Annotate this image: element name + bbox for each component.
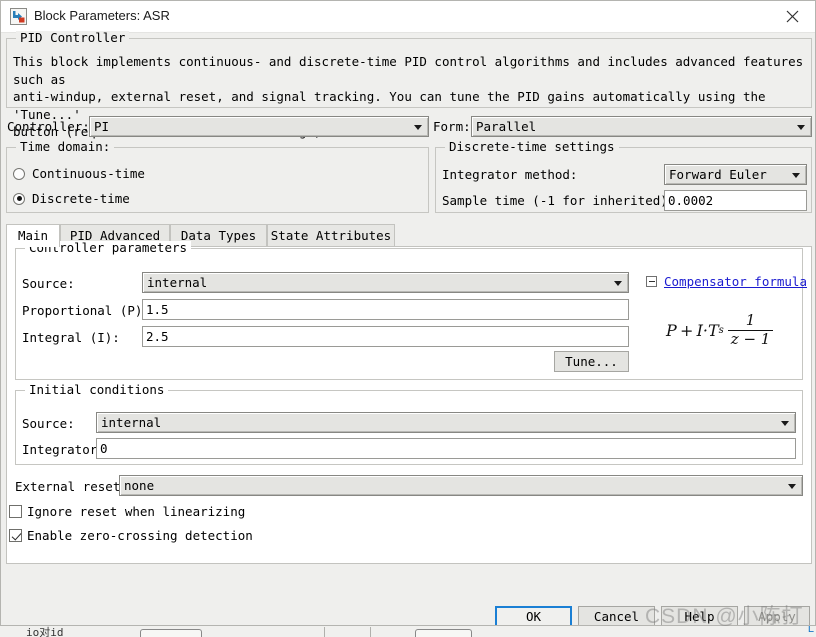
chevron-down-icon (797, 124, 805, 130)
tab-state-attributes[interactable]: State Attributes (267, 224, 395, 246)
formula-subscript: s (718, 324, 724, 336)
checkbox-enable-zero-crossing-mark (9, 529, 22, 542)
proportional-label: Proportional (P): (22, 303, 150, 318)
checkbox-enable-zero-crossing-label: Enable zero-crossing detection (27, 528, 253, 543)
time-domain-group-title: Time domain: (16, 140, 115, 154)
checkbox-ignore-reset-linearizing[interactable]: Ignore reset when linearizing (9, 504, 245, 519)
chevron-down-icon (788, 483, 796, 489)
window-title: Block Parameters: ASR (34, 8, 170, 23)
initial-integrator-input[interactable]: 0 (96, 438, 796, 459)
close-icon[interactable] (770, 1, 815, 32)
controller-source-value: internal (147, 275, 208, 290)
integrator-method-value: Forward Euler (669, 167, 767, 182)
sample-time-input[interactable]: 0.0002 (664, 190, 807, 211)
discrete-settings-group-title: Discrete-time settings (445, 140, 619, 154)
proportional-input[interactable]: 1.5 (142, 299, 629, 320)
radio-continuous-time-label: Continuous-time (32, 166, 145, 181)
compensator-formula-link[interactable]: Compensator formula (664, 274, 807, 289)
controller-label: Controller: (7, 119, 90, 134)
tab-active-mask (7, 245, 59, 247)
radio-discrete-time[interactable]: Discrete-time (13, 191, 130, 206)
radio-discrete-time-label: Discrete-time (32, 191, 130, 206)
chevron-down-icon (792, 172, 800, 178)
radio-discrete-time-mark (13, 192, 25, 205)
external-reset-dropdown[interactable]: none (119, 475, 803, 496)
cancel-button[interactable]: Cancel (578, 606, 655, 625)
initial-integrator-label: Integrator: (22, 442, 105, 457)
initial-conditions-group-title: Initial conditions (25, 383, 169, 397)
title-bar: Block Parameters: ASR (1, 1, 815, 33)
controller-source-dropdown[interactable]: internal (142, 272, 629, 293)
external-reset-value: none (124, 478, 155, 493)
simulink-block-icon (10, 8, 27, 25)
chevron-down-icon (414, 124, 422, 130)
checkbox-enable-zero-crossing[interactable]: Enable zero-crossing detection (9, 528, 253, 543)
form-dropdown-value: Parallel (476, 119, 537, 134)
chevron-down-icon (614, 280, 622, 286)
radio-continuous-time-mark (13, 167, 25, 180)
controller-source-label: Source: (22, 276, 75, 291)
tune-button[interactable]: Tune... (554, 351, 629, 372)
tab-state-attributes-label: State Attributes (270, 228, 392, 243)
tab-data-types-label: Data Types (180, 228, 257, 243)
compensator-collapse-icon[interactable] (646, 276, 657, 287)
integral-label: Integral (I): (22, 330, 120, 345)
form-dropdown[interactable]: Parallel (471, 116, 812, 137)
integrator-method-label: Integrator method: (442, 167, 578, 182)
tab-main[interactable]: Main (6, 224, 60, 247)
compensator-formula: P + I·T s 1 z − 1 (666, 311, 774, 348)
checkbox-ignore-reset-mark (9, 505, 22, 518)
formula-lead: P + I·T (666, 320, 719, 340)
initial-source-label: Source: (22, 416, 75, 431)
integral-input[interactable]: 2.5 (142, 326, 629, 347)
initial-source-value: internal (101, 415, 162, 430)
block-parameters-dialog: Block Parameters: ASR PID Controller Thi… (0, 0, 816, 626)
chevron-down-icon (781, 420, 789, 426)
description-group-title: PID Controller (16, 31, 130, 45)
radio-continuous-time[interactable]: Continuous-time (13, 166, 145, 181)
checkbox-ignore-reset-label: Ignore reset when linearizing (27, 504, 246, 519)
formula-denominator: z − 1 (730, 329, 771, 348)
initial-source-dropdown[interactable]: internal (96, 412, 796, 433)
tab-main-label: Main (17, 228, 49, 243)
apply-button[interactable]: Apply (744, 606, 810, 625)
controller-dropdown-value: PI (94, 119, 110, 134)
ok-button[interactable]: OK (495, 606, 572, 625)
sample-time-label: Sample time (-1 for inherited): (442, 193, 676, 208)
formula-fraction: 1 z − 1 (727, 311, 774, 348)
help-button[interactable]: Help (661, 606, 738, 625)
formula-numerator: 1 (745, 311, 756, 329)
integrator-method-dropdown[interactable]: Forward Euler (664, 164, 807, 185)
external-reset-label: External reset: (15, 479, 128, 494)
form-label: Form: (433, 119, 471, 134)
controller-dropdown[interactable]: PI (89, 116, 429, 137)
